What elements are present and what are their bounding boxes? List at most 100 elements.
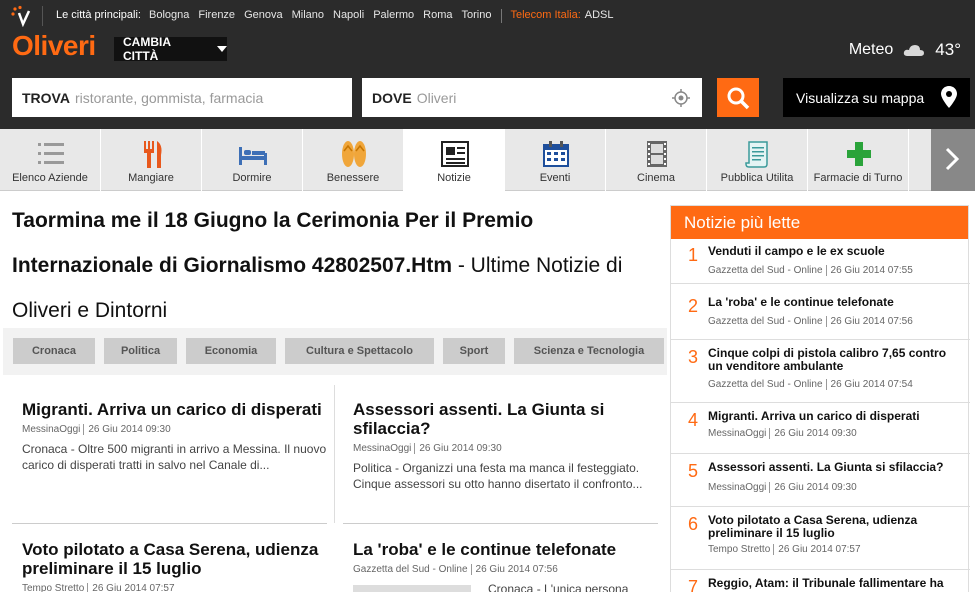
article-summary: Cronaca - L'unica persona: [488, 582, 629, 592]
most-read-title[interactable]: Venduti il campo e le ex scuole: [708, 245, 963, 258]
caret-down-icon: [217, 46, 227, 52]
most-read-title[interactable]: Reggio, Atam: il Tribunale fallimentare …: [708, 577, 963, 590]
where-label: DOVE: [372, 89, 412, 106]
flip-flops-icon: [342, 141, 366, 167]
nav-dormire[interactable]: Dormire: [202, 129, 303, 191]
city-link-napoli[interactable]: Napoli: [333, 9, 364, 23]
most-read-title[interactable]: La 'roba' e le continue telefonate: [708, 296, 963, 309]
article-thumbnail[interactable]: [353, 585, 471, 592]
where-search-field[interactable]: DOVE Oliveri: [362, 78, 702, 117]
most-read-title[interactable]: Assessori assenti. La Giunta si sfilacci…: [708, 461, 963, 474]
most-read-source: Gazzetta del Sud - Online: [708, 316, 823, 327]
article-source: Gazzetta del Sud - Online: [353, 564, 468, 575]
weather-city: Meteo: [848, 41, 894, 58]
article-source: MessinaOggi: [353, 443, 412, 454]
nav-notizie[interactable]: Notizie: [404, 129, 505, 191]
list-icon: [38, 143, 64, 164]
article-date: 26 Giu 2014 07:57: [87, 583, 175, 592]
most-read-title[interactable]: Voto pilotato a Casa Serena, udienza pre…: [708, 514, 963, 540]
calendar-icon: [543, 141, 569, 167]
nav-label: Eventi: [539, 172, 571, 184]
nav-farmacie-di-turno[interactable]: Farmacie di Turno: [808, 129, 909, 191]
most-read-date: 26 Giu 2014 07:54: [825, 379, 913, 390]
cities-label: Le città principali:: [56, 9, 141, 21]
most-read-meta: Gazzetta del Sud - Online 26 Giu 2014 07:…: [708, 265, 913, 276]
most-read-title[interactable]: Cinque colpi di pistola calibro 7,65 con…: [708, 347, 963, 373]
news-category-tabs: Cronaca Politica Economia Cultura e Spet…: [3, 328, 667, 375]
tab-sport[interactable]: Sport: [443, 338, 505, 364]
divider: [42, 6, 43, 26]
change-city-button[interactable]: CAMBIA CITTÀ: [114, 35, 227, 63]
rank-number: 7: [688, 577, 699, 592]
city-link-roma[interactable]: Roma: [423, 9, 452, 23]
nav-pubblica-utilita[interactable]: Pubblica Utilita: [707, 129, 808, 191]
most-read-item[interactable]: 1 Venduti il campo e le ex scuole Gazzet…: [671, 239, 970, 284]
divider: [501, 9, 503, 23]
most-read-item[interactable]: 4 Migranti. Arriva un carico di disperat…: [671, 404, 970, 454]
nav-eventi[interactable]: Eventi: [505, 129, 606, 191]
search-button[interactable]: [717, 78, 759, 117]
tab-cultura-e-spettacolo[interactable]: Cultura e Spettacolo: [285, 338, 434, 364]
nav-label: Dormire: [232, 172, 272, 184]
rank-number: 3: [688, 347, 699, 367]
rank-number: 6: [688, 514, 699, 534]
article-card[interactable]: Assessori assenti. La Giunta si sfilacci…: [353, 400, 663, 492]
tab-politica[interactable]: Politica: [104, 338, 177, 364]
article-card[interactable]: Voto pilotato a Casa Serena, udienza pre…: [22, 540, 332, 592]
nav-label: Notizie: [437, 172, 471, 184]
pharmacy-cross-icon: [847, 142, 871, 166]
city-link-firenze[interactable]: Firenze: [198, 9, 235, 23]
bed-icon: [239, 147, 267, 165]
nav-mangiare[interactable]: Mangiare: [101, 129, 202, 191]
city-link-torino[interactable]: Torino: [462, 9, 492, 23]
most-read-date: 26 Giu 2014 09:30: [769, 482, 857, 493]
what-search-field[interactable]: TROVA ristorante, gommista, farmacia: [12, 78, 352, 117]
article-meta: MessinaOggi 26 Giu 2014 09:30: [353, 443, 663, 454]
nav-label: Farmacie di Turno: [813, 172, 903, 184]
tab-cronaca[interactable]: Cronaca: [13, 338, 95, 364]
city-link-bologna[interactable]: Bologna: [149, 9, 189, 23]
adsl-link[interactable]: ADSL: [585, 9, 614, 23]
city-link-palermo[interactable]: Palermo: [373, 9, 414, 23]
nav-label: Elenco Aziende: [12, 172, 88, 184]
most-read-item[interactable]: 2 La 'roba' e le continue telefonate Gaz…: [671, 290, 970, 340]
rank-number: 2: [688, 296, 699, 316]
virgilio-logo-icon[interactable]: [10, 5, 32, 27]
nav-elenco-aziende[interactable]: Elenco Aziende: [0, 129, 101, 191]
article-title[interactable]: La 'roba' e le continue telefonate: [353, 540, 663, 559]
locate-icon[interactable]: [672, 89, 690, 107]
cloud-icon: [904, 45, 925, 56]
nav-benessere[interactable]: Benessere: [303, 129, 404, 191]
article-title[interactable]: Assessori assenti. La Giunta si sfilacci…: [353, 400, 663, 438]
most-read-item[interactable]: 5 Assessori assenti. La Giunta si sfilac…: [671, 455, 970, 507]
most-read-item[interactable]: 7 Reggio, Atam: il Tribunale fallimentar…: [671, 571, 970, 592]
most-read-title[interactable]: Migranti. Arriva un carico di disperati: [708, 410, 963, 423]
article-source: Tempo Stretto: [22, 583, 85, 592]
temperature: 43°: [935, 40, 961, 59]
article-card[interactable]: Migranti. Arriva un carico di disperati …: [22, 400, 332, 473]
article-title[interactable]: Voto pilotato a Casa Serena, udienza pre…: [22, 540, 332, 578]
most-read-item[interactable]: 3 Cinque colpi di pistola calibro 7,65 c…: [671, 341, 970, 403]
weather-widget[interactable]: Meteo 43°: [849, 40, 961, 60]
tab-economia[interactable]: Economia: [186, 338, 276, 364]
city-link-milano[interactable]: Milano: [292, 9, 324, 23]
most-read-source: Gazzetta del Sud - Online: [708, 265, 823, 276]
most-read-date: 26 Giu 2014 07:55: [825, 265, 913, 276]
article-date: 26 Giu 2014 07:56: [470, 564, 558, 575]
telecom-label[interactable]: Telecom Italia:: [510, 9, 580, 23]
nav-label: Cinema: [637, 172, 675, 184]
map-view-label: Visualizza su mappa: [796, 89, 925, 106]
most-read-meta: MessinaOggi 26 Giu 2014 09:30: [708, 428, 857, 439]
city-link-genova[interactable]: Genova: [244, 9, 283, 23]
tab-scienza-e-tecnologia[interactable]: Scienza e Tecnologia: [514, 338, 664, 364]
nav-next-button[interactable]: [931, 129, 975, 191]
most-read-heading: Notizie più lette: [671, 206, 968, 239]
most-read-item[interactable]: 6 Voto pilotato a Casa Serena, udienza p…: [671, 508, 970, 570]
article-date: 26 Giu 2014 09:30: [83, 424, 171, 435]
map-view-button[interactable]: Visualizza su mappa: [783, 78, 970, 117]
article-title[interactable]: Migranti. Arriva un carico di disperati: [22, 400, 332, 419]
nav-cinema[interactable]: Cinema: [606, 129, 707, 191]
cutlery-icon: [144, 141, 162, 168]
site-logo[interactable]: Oliveri: [12, 30, 96, 62]
main-cities: Le città principali: Bologna Firenze Gen…: [56, 9, 623, 23]
